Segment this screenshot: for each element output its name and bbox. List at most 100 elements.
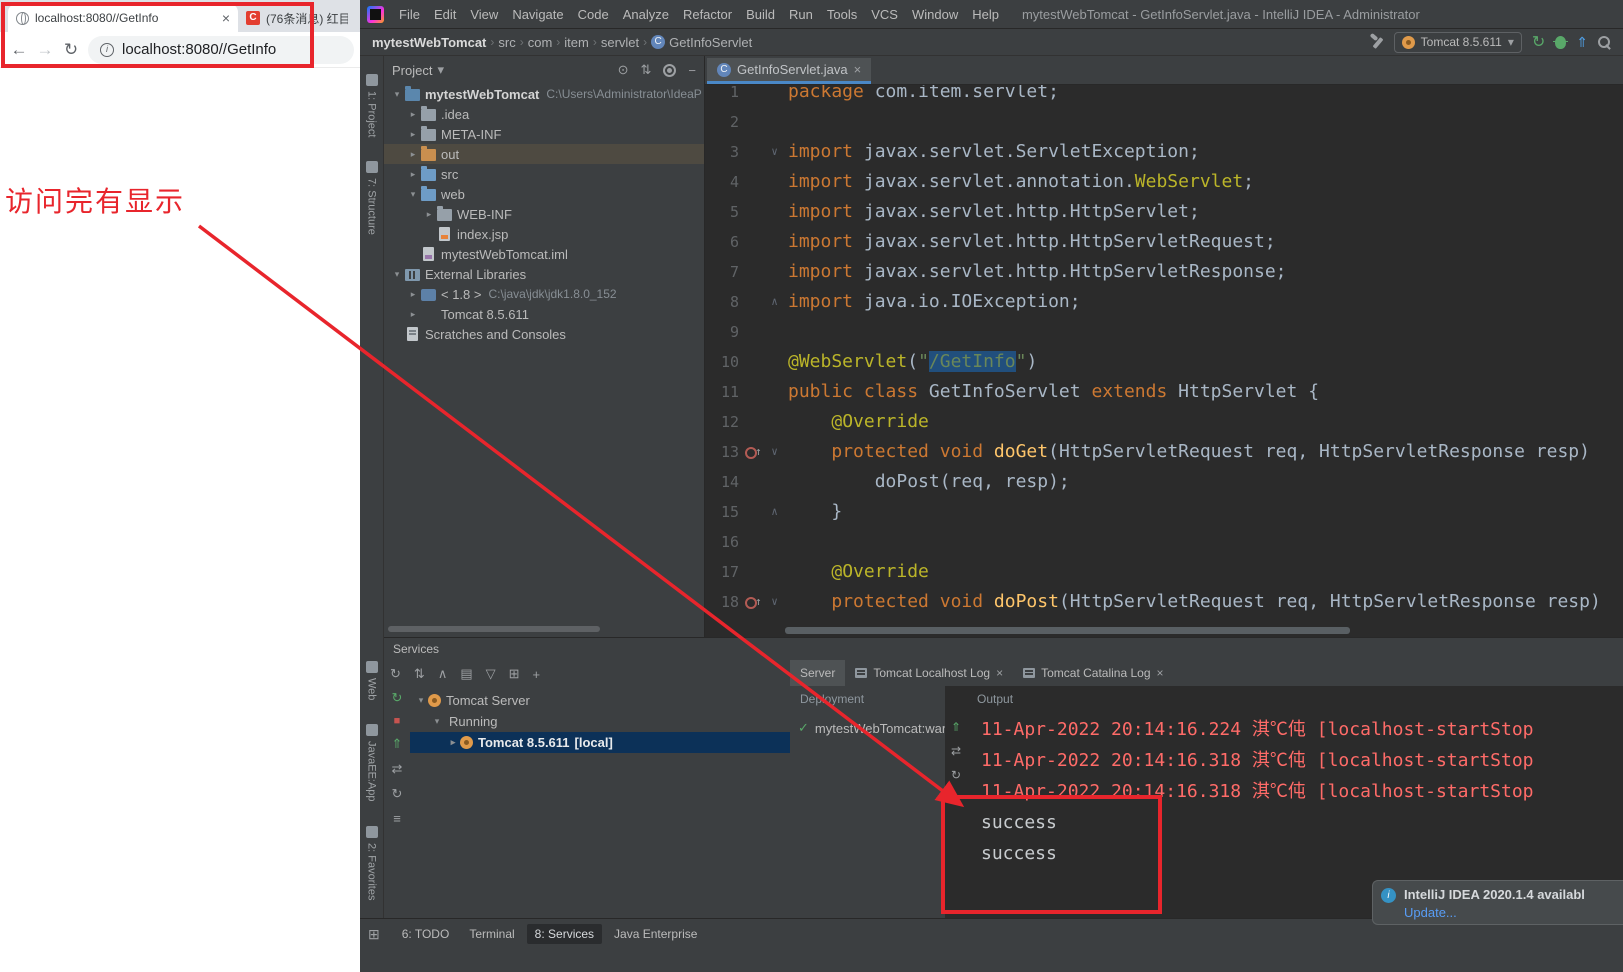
code-editor[interactable]: 1 package com.item.servlet; 2 3 ∨ import java… <box>705 85 1623 623</box>
wrench-icon[interactable] <box>1370 35 1384 50</box>
code-line[interactable]: 1 package com.item.servlet; <box>705 85 1623 107</box>
menu-run[interactable]: Run <box>782 7 820 22</box>
services-tree-row[interactable]: ▾ Tomcat Server <box>410 690 790 711</box>
editor-tab[interactable]: GetInfoServlet.java <box>707 58 872 84</box>
collapse-all-icon[interactable] <box>438 666 448 682</box>
breadcrumb-item[interactable]: src <box>498 35 515 50</box>
tree-expanded-icon[interactable]: ▾ <box>390 269 404 280</box>
code-line[interactable]: 13 ∨ protected void doGet(HttpServletRequ… <box>705 437 1623 467</box>
tab-close-icon[interactable] <box>1157 666 1164 680</box>
menu-help[interactable]: Help <box>965 7 1006 22</box>
menu-tools[interactable]: Tools <box>820 7 864 22</box>
stop-server-icon[interactable] <box>394 715 401 727</box>
fold-icon[interactable]: ∧ <box>761 287 788 317</box>
server-tab-server[interactable]: Server <box>790 660 846 686</box>
fold-icon[interactable]: ∨ <box>761 137 788 167</box>
server-tab-tomcat-localhost-log[interactable]: Tomcat Localhost Log <box>845 660 1013 686</box>
fold-icon[interactable]: ∧ <box>761 497 788 527</box>
run-configuration-select[interactable]: Tomcat 8.5.611 <box>1393 31 1522 53</box>
code-line[interactable]: 18 ∨ protected void doPost(HttpServletReq… <box>705 587 1623 617</box>
breadcrumb-item[interactable]: item <box>564 35 589 50</box>
project-tree-row[interactable]: Scratches and Consoles <box>384 324 704 344</box>
stripe-web[interactable]: Web <box>365 660 378 700</box>
stripe-favorites[interactable]: 2: Favorites <box>365 825 378 900</box>
code-line[interactable]: 16 <box>705 527 1623 557</box>
restart-server-icon[interactable] <box>1532 32 1545 52</box>
code-line[interactable]: 3 ∨ import javax.servlet.ServletException; <box>705 137 1623 167</box>
refresh-icon[interactable] <box>390 666 401 682</box>
refresh-icon[interactable] <box>951 768 961 782</box>
code-line[interactable]: 4 import javax.servlet.annotation.WebServ… <box>705 167 1623 197</box>
fold-icon[interactable]: ∨ <box>761 437 788 467</box>
project-tree-row[interactable]: ▾ External Libraries <box>384 264 704 284</box>
deploy-all-icon[interactable] <box>951 720 961 734</box>
tool-window-switcher-icon[interactable] <box>368 926 380 943</box>
collapse-all-icon[interactable] <box>641 62 652 78</box>
code-line[interactable]: 7 import javax.servlet.http.HttpServletRe… <box>705 257 1623 287</box>
menu-build[interactable]: Build <box>739 7 782 22</box>
project-tree-row[interactable]: ▸ WEB-INF <box>384 204 704 224</box>
code-line[interactable]: 2 <box>705 107 1623 137</box>
menu-window[interactable]: Window <box>905 7 965 22</box>
code-line[interactable]: 8 ∧ import java.io.IOException; <box>705 287 1623 317</box>
tree-collapsed-icon[interactable]: ▸ <box>406 109 420 120</box>
services-tree-row[interactable]: ▾ Running <box>410 711 790 732</box>
menu-analyze[interactable]: Analyze <box>616 7 676 22</box>
code-line[interactable]: 17 @Override <box>705 557 1623 587</box>
settings-icon[interactable] <box>663 63 677 77</box>
breadcrumb-item[interactable]: mytestWebTomcat <box>372 35 486 50</box>
project-tree-row[interactable]: ▸ src <box>384 164 704 184</box>
project-tree-row[interactable]: ▸ < 1.8 > C:\java\jdk\jdk1.8.0_152 <box>384 284 704 304</box>
stripe-structure[interactable]: 7: Structure <box>365 161 378 235</box>
override-method-icon[interactable] <box>739 437 762 467</box>
code-line[interactable]: 5 import javax.servlet.http.HttpServlet; <box>705 197 1623 227</box>
menu-file[interactable]: File <box>392 7 427 22</box>
add-service-icon[interactable] <box>533 667 541 682</box>
tab-close-icon[interactable] <box>854 62 862 77</box>
code-line[interactable]: 12 @Override <box>705 407 1623 437</box>
tab-close-icon[interactable] <box>996 666 1003 680</box>
code-line[interactable]: 15 ∧ } <box>705 497 1623 527</box>
tree-expanded-icon[interactable]: ▾ <box>406 189 420 200</box>
update-notification[interactable]: IntelliJ IDEA 2020.1.4 availabl Update..… <box>1372 880 1623 925</box>
swap-icon[interactable] <box>951 744 961 758</box>
project-tree-row[interactable]: index.jsp <box>384 224 704 244</box>
statusbar-terminal[interactable]: Terminal <box>461 924 522 944</box>
project-tree-row[interactable]: ▸ META-INF <box>384 124 704 144</box>
project-tree-row[interactable]: mytestWebTomcat.iml <box>384 244 704 264</box>
statusbar-todo[interactable]: 6: TODO <box>394 924 458 944</box>
stripe-javaee-app[interactable]: JavaEE:App <box>365 723 378 802</box>
tree-collapsed-icon[interactable]: ▸ <box>406 129 420 140</box>
update-application-icon[interactable] <box>1576 34 1588 51</box>
rerun-server-icon[interactable] <box>392 690 403 706</box>
tree-expanded-icon[interactable]: ▾ <box>414 695 428 706</box>
code-line[interactable]: 6 import javax.servlet.http.HttpServletRe… <box>705 227 1623 257</box>
connect-icon[interactable] <box>392 761 403 777</box>
code-line[interactable]: 10 @WebServlet("/GetInfo") <box>705 347 1623 377</box>
project-hscrollbar[interactable] <box>388 626 600 632</box>
hide-panel-icon[interactable] <box>688 63 696 78</box>
statusbar-javaenterprise[interactable]: Java Enterprise <box>606 924 705 944</box>
project-panel-title[interactable]: Project <box>392 63 432 78</box>
project-tree-row[interactable]: ▸ Tomcat 8.5.611 <box>384 304 704 324</box>
tree-collapsed-icon[interactable]: ▸ <box>406 289 420 300</box>
project-tree-row[interactable]: ▾ mytestWebTomcat C:\Users\Administrator\I… <box>384 84 704 104</box>
statusbar-services[interactable]: 8: Services <box>526 924 603 944</box>
update-link[interactable]: Update... <box>1404 905 1585 920</box>
server-tab-tomcat-catalina-log[interactable]: Tomcat Catalina Log <box>1013 660 1173 686</box>
services-tree-row[interactable]: ▸ Tomcat 8.5.611 [local] <box>410 732 790 753</box>
breadcrumb-item[interactable]: com <box>528 35 553 50</box>
more-actions-icon[interactable] <box>393 811 401 826</box>
tree-collapsed-icon[interactable]: ▸ <box>406 149 420 160</box>
tree-collapsed-icon[interactable]: ▸ <box>406 169 420 180</box>
refresh-deployment-icon[interactable] <box>392 786 403 802</box>
code-line[interactable]: 14 doPost(req, resp); <box>705 467 1623 497</box>
project-tree-row[interactable]: ▸ out <box>384 144 704 164</box>
project-tree-row[interactable]: ▾ web <box>384 184 704 204</box>
breadcrumb-item[interactable]: GetInfoServlet <box>651 35 752 50</box>
override-method-icon[interactable] <box>739 587 762 617</box>
menu-edit[interactable]: Edit <box>427 7 463 22</box>
project-tree-row[interactable]: ▸ .idea <box>384 104 704 124</box>
tree-expanded-icon[interactable]: ▾ <box>430 716 444 727</box>
view-options-icon[interactable] <box>509 666 520 682</box>
